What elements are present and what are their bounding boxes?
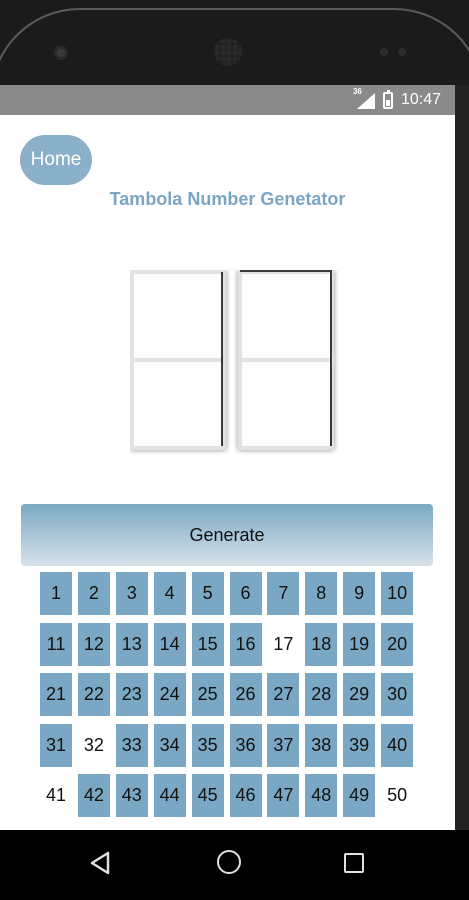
board-cell: 37 xyxy=(267,723,300,767)
digit-left xyxy=(130,270,226,450)
board-cell: 10 xyxy=(381,572,414,615)
board-cell: 8 xyxy=(305,572,338,615)
page-title: Tambola Number Genetator xyxy=(109,189,346,209)
board-cell: 2 xyxy=(77,572,110,615)
board-cell: 24 xyxy=(153,673,186,716)
board-cell: 19 xyxy=(343,622,376,666)
board-cell: 5 xyxy=(191,572,224,615)
home-button[interactable]: Home xyxy=(20,135,92,185)
board-cell: 35 xyxy=(191,723,224,767)
back-icon[interactable] xyxy=(88,850,114,876)
speaker-grille-icon xyxy=(214,38,242,66)
digit-right xyxy=(238,270,334,450)
board-cell: 1 xyxy=(40,572,72,615)
board-cell: 30 xyxy=(381,673,414,716)
board-cell: 27 xyxy=(267,673,300,716)
board-cell: 18 xyxy=(305,622,338,666)
recents-icon[interactable] xyxy=(344,853,364,873)
board-cell: 41 xyxy=(40,774,72,817)
device-edge xyxy=(455,85,469,830)
board-cell: 28 xyxy=(305,673,338,716)
seven-segment-display xyxy=(130,270,334,450)
generate-button[interactable]: Generate xyxy=(21,504,433,566)
board-cell: 44 xyxy=(153,774,186,817)
home-nav-icon[interactable] xyxy=(217,850,241,874)
app-screen: Home Tambola Number Genetator Generate 1… xyxy=(0,115,455,830)
board-cell: 36 xyxy=(229,723,262,767)
board-cell: 21 xyxy=(40,673,72,716)
board-cell: 32 xyxy=(77,723,110,767)
board-cell: 29 xyxy=(343,673,376,716)
sensor-icon xyxy=(398,48,406,56)
board-cell: 20 xyxy=(381,622,414,666)
board-cell: 12 xyxy=(77,622,110,666)
board-cell: 39 xyxy=(343,723,376,767)
camera-icon xyxy=(54,46,68,60)
board-cell: 48 xyxy=(305,774,338,817)
battery-icon xyxy=(382,89,393,109)
board-cell: 46 xyxy=(229,774,262,817)
board-cell: 11 xyxy=(40,622,72,666)
board-cell: 15 xyxy=(191,622,224,666)
board-cell: 6 xyxy=(229,572,262,615)
board-cell: 4 xyxy=(153,572,186,615)
board-cell: 9 xyxy=(343,572,376,615)
board-cell: 33 xyxy=(115,723,148,767)
board-cell: 40 xyxy=(381,723,414,767)
board-cell: 25 xyxy=(191,673,224,716)
sensor-icon xyxy=(380,48,388,56)
board-cell: 45 xyxy=(191,774,224,817)
board-cell: 22 xyxy=(77,673,110,716)
board-cell: 42 xyxy=(77,774,110,817)
board-cell: 7 xyxy=(267,572,300,615)
board-cell: 49 xyxy=(343,774,376,817)
board-cell: 23 xyxy=(115,673,148,716)
board-cell: 26 xyxy=(229,673,262,716)
board-cell: 16 xyxy=(229,622,262,666)
board-cell: 38 xyxy=(305,723,338,767)
phone-bezel xyxy=(0,0,469,170)
status-time: 10:47 xyxy=(400,91,441,108)
board-cell: 17 xyxy=(267,622,300,666)
board-cell: 13 xyxy=(115,622,148,666)
board-cell: 3 xyxy=(115,572,148,615)
board-cell: 50 xyxy=(381,774,414,817)
board-cell: 31 xyxy=(40,723,72,767)
board-cell: 47 xyxy=(267,774,300,817)
number-display xyxy=(130,270,350,475)
device-frame: 36 10:47 Home Tambola Number Genetator G… xyxy=(0,0,469,900)
board-cell: 34 xyxy=(153,723,186,767)
board-cell: 14 xyxy=(153,622,186,666)
status-bar: 36 10:47 xyxy=(0,85,455,115)
board-cell: 43 xyxy=(115,774,148,817)
signal-icon: 36 xyxy=(353,87,375,109)
